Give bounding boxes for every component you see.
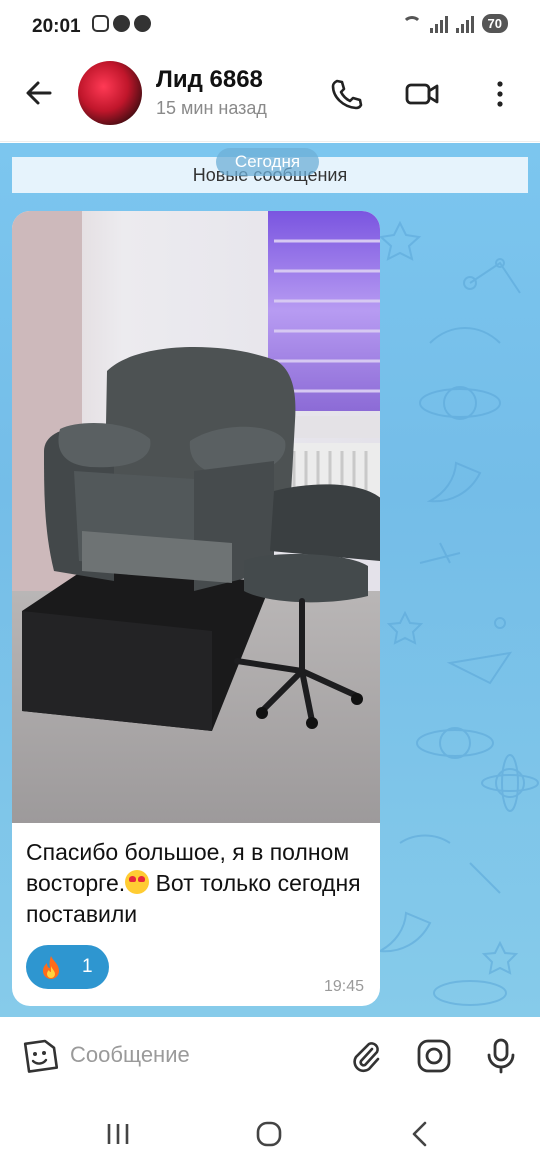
message-photo[interactable]: [12, 211, 380, 823]
heart-eyes-emoji: [125, 870, 150, 894]
reaction-chip[interactable]: 1: [26, 945, 109, 989]
reaction-count: 1: [82, 956, 93, 977]
video-call-icon[interactable]: [404, 76, 440, 112]
avatar[interactable]: [78, 61, 142, 125]
message-input-bar: Сообщение: [0, 1017, 540, 1095]
fire-emoji: [43, 956, 59, 979]
home-icon[interactable]: [254, 1119, 284, 1149]
last-seen: 15 мин назад: [156, 98, 267, 118]
phone-icon[interactable]: [328, 76, 364, 112]
back-nav-icon[interactable]: [405, 1119, 435, 1149]
chat-area[interactable]: Новые сообщения Сегодня: [0, 143, 540, 1017]
instagram-icon: [92, 15, 109, 32]
attach-icon[interactable]: [346, 1037, 384, 1075]
signal-icon: [429, 15, 448, 33]
message-input[interactable]: Сообщение: [70, 1042, 190, 1068]
notification-icons: [92, 15, 151, 32]
chat-header: Лид 6868 15 мин назад: [0, 54, 540, 142]
message-time: 19:45: [323, 978, 364, 995]
contact-name[interactable]: Лид 6868: [156, 66, 263, 94]
yandex-icon: [113, 15, 130, 32]
status-bar: 20:01 70: [0, 0, 540, 54]
back-arrow-icon[interactable]: [22, 76, 56, 110]
date-pill: Сегодня: [216, 148, 319, 176]
signal-2-icon: [455, 15, 474, 33]
status-time: 20:01: [32, 16, 81, 37]
battery-icon: 70: [481, 14, 508, 33]
camera-icon[interactable]: [415, 1037, 453, 1075]
message-text: Спасибо большое, я в полном восторге. Во…: [26, 839, 361, 927]
mic-icon[interactable]: [482, 1037, 520, 1075]
wifi-icon: [401, 15, 422, 32]
recent-apps-icon[interactable]: [103, 1119, 133, 1149]
photo-image: [12, 211, 380, 823]
more-vertical-icon[interactable]: [482, 76, 518, 112]
app-icon: [134, 15, 151, 32]
sticker-icon[interactable]: [20, 1037, 58, 1075]
message-bubble[interactable]: Спасибо большое, я в полном восторге. Во…: [12, 211, 380, 1006]
system-nav-bar: [0, 1095, 540, 1170]
